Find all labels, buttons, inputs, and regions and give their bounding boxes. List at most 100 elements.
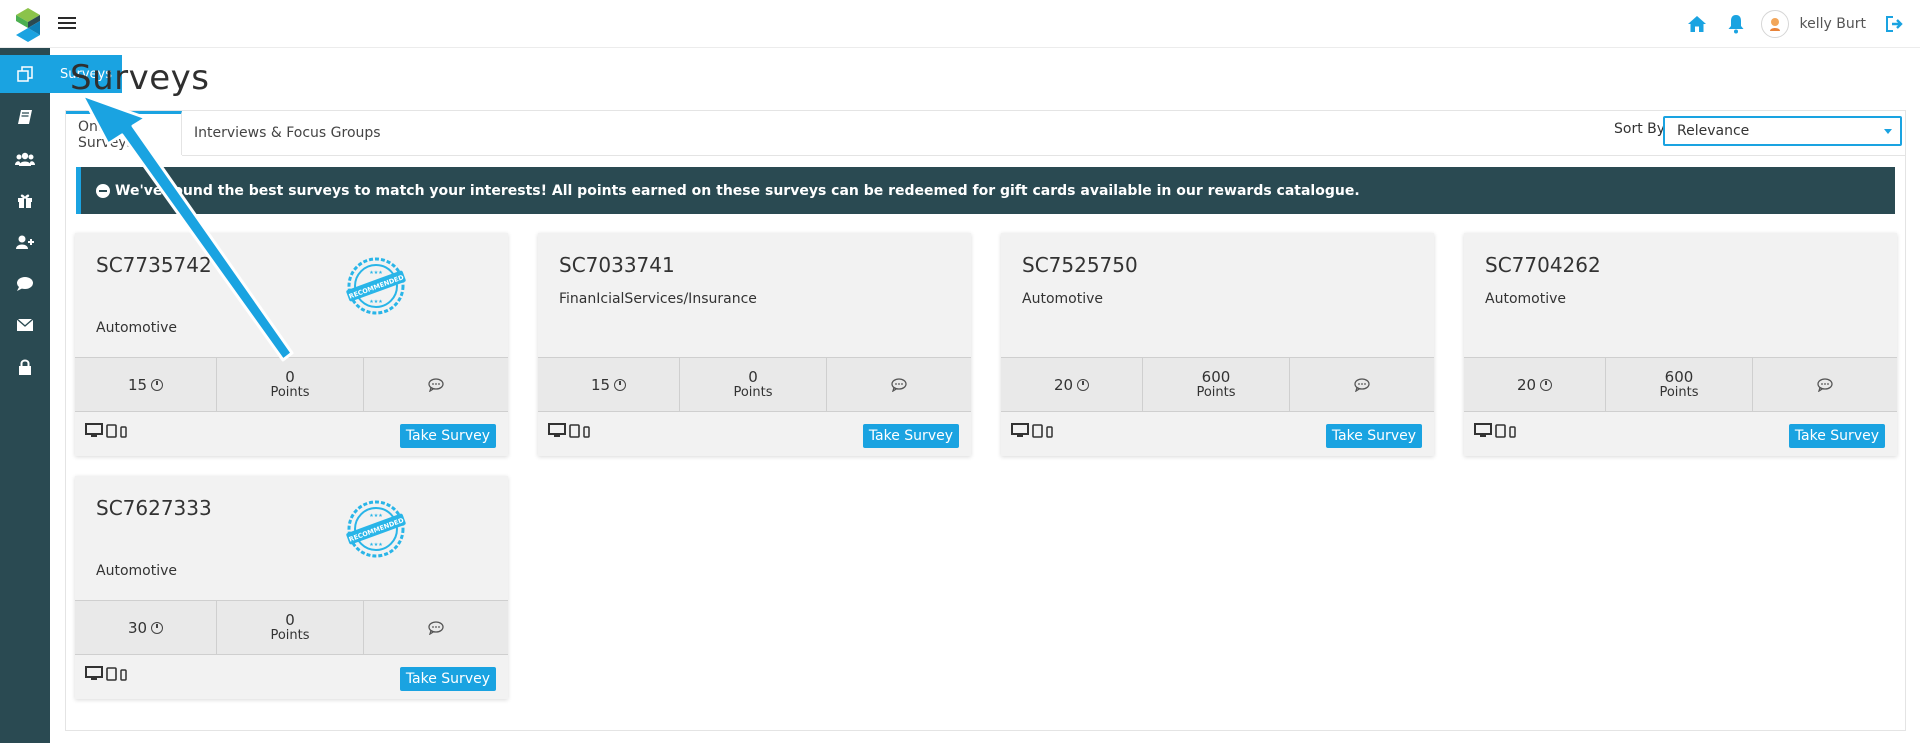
survey-stats: 20 600 Points bbox=[1001, 357, 1434, 412]
mobile-icon bbox=[120, 426, 127, 438]
points-value: 0 bbox=[748, 368, 758, 386]
comment-icon[interactable] bbox=[428, 377, 444, 392]
lock-icon bbox=[19, 359, 31, 375]
comment-icon[interactable] bbox=[1817, 377, 1833, 392]
duration-value: 20 bbox=[1516, 375, 1537, 394]
mobile-icon bbox=[1046, 426, 1053, 438]
comment-stat[interactable] bbox=[364, 601, 508, 654]
duration-stat: 15 bbox=[538, 358, 680, 411]
sidebar-item-users[interactable] bbox=[0, 140, 50, 178]
sidebar-item-chat[interactable] bbox=[0, 265, 50, 303]
minus-circle-icon[interactable] bbox=[96, 183, 110, 198]
points-label: Points bbox=[270, 385, 310, 400]
survey-card: SC7525750 Automotive 20 600 Points Take S… bbox=[1001, 233, 1434, 456]
survey-category: Automotive bbox=[1485, 291, 1566, 307]
points-value: 600 bbox=[1664, 368, 1694, 386]
take-survey-button[interactable]: Take Survey bbox=[399, 424, 496, 448]
points-value: 0 bbox=[285, 611, 295, 629]
duration-value: 15 bbox=[590, 375, 611, 394]
mobile-icon bbox=[583, 426, 590, 438]
points-value: 0 bbox=[285, 368, 295, 386]
tab-interviews-focus-groups[interactable]: Interviews & Focus Groups bbox=[182, 111, 393, 155]
comment-icon[interactable] bbox=[428, 620, 444, 635]
tablet-icon bbox=[569, 424, 580, 438]
mobile-icon bbox=[1509, 426, 1516, 438]
home-icon[interactable] bbox=[1686, 13, 1708, 35]
take-survey-button[interactable]: Take Survey bbox=[1325, 424, 1422, 448]
recommended-badge-icon: RECOMMENDED ★★★ ★★★ bbox=[346, 257, 406, 315]
survey-id: SC7525750 bbox=[1022, 253, 1138, 277]
desktop-icon bbox=[1474, 423, 1492, 437]
duration-value: 15 bbox=[127, 375, 148, 394]
survey-panel: Online Surveys Interviews & Focus Groups… bbox=[65, 110, 1906, 731]
sort-value: Relevance bbox=[1677, 123, 1750, 139]
book-icon bbox=[18, 110, 32, 124]
survey-card: SC7033741 FinanIcialServices/Insurance 1… bbox=[538, 233, 971, 456]
take-survey-button[interactable]: Take Survey bbox=[1788, 424, 1885, 448]
sidebar-item-gift[interactable] bbox=[0, 182, 50, 220]
sidebar-item-surveys[interactable] bbox=[0, 55, 50, 93]
sidebar-item-mail[interactable] bbox=[0, 306, 50, 344]
duration-stat: 30 bbox=[75, 601, 217, 654]
survey-id: SC7735742 bbox=[96, 253, 212, 277]
comment-stat[interactable] bbox=[364, 358, 508, 411]
sidebar-item-add-user[interactable] bbox=[0, 223, 50, 261]
duration-stat: 20 bbox=[1464, 358, 1606, 411]
survey-stats: 30 0 Points bbox=[75, 600, 508, 655]
points-value: 600 bbox=[1201, 368, 1231, 386]
sidebar-item-book[interactable] bbox=[0, 98, 50, 136]
tablet-icon bbox=[106, 424, 117, 438]
desktop-icon bbox=[1011, 423, 1029, 437]
points-stat: 600 Points bbox=[1143, 358, 1290, 411]
survey-stats: 20 600 Points bbox=[1464, 357, 1897, 412]
comment-stat[interactable] bbox=[1753, 358, 1897, 411]
clock-icon bbox=[1540, 378, 1553, 391]
logout-icon[interactable] bbox=[1884, 13, 1906, 35]
points-label: Points bbox=[733, 385, 773, 400]
tablet-icon bbox=[1032, 424, 1043, 438]
survey-card: SC7735742 RECOMMENDED ★★★ ★★★ Automotive… bbox=[75, 233, 508, 456]
points-label: Points bbox=[270, 628, 310, 643]
survey-card: SC7627333 RECOMMENDED ★★★ ★★★ Automotive… bbox=[75, 476, 508, 699]
info-banner: We've found the best surveys to match yo… bbox=[76, 167, 1895, 214]
sidebar-item-lock[interactable] bbox=[0, 348, 50, 386]
survey-id: SC7033741 bbox=[559, 253, 675, 277]
desktop-icon bbox=[85, 666, 103, 680]
points-stat: 0 Points bbox=[217, 358, 364, 411]
tab-online-surveys[interactable]: Online Surveys bbox=[66, 111, 182, 155]
add-user-icon bbox=[16, 235, 34, 249]
comment-stat[interactable] bbox=[1290, 358, 1434, 411]
points-label: Points bbox=[1196, 385, 1236, 400]
sidebar bbox=[0, 48, 50, 743]
comment-stat[interactable] bbox=[827, 358, 971, 411]
comment-icon[interactable] bbox=[1354, 377, 1370, 392]
comment-icon[interactable] bbox=[891, 377, 907, 392]
survey-category: Automotive bbox=[96, 320, 177, 336]
svg-text:★★★: ★★★ bbox=[369, 542, 383, 548]
avatar[interactable] bbox=[1760, 10, 1789, 38]
take-survey-button[interactable]: Take Survey bbox=[399, 667, 496, 691]
duration-value: 20 bbox=[1053, 375, 1074, 394]
duration-stat: 15 bbox=[75, 358, 217, 411]
logo-icon[interactable] bbox=[10, 6, 46, 44]
clock-icon bbox=[1077, 378, 1090, 391]
menu-toggle-icon[interactable] bbox=[58, 14, 76, 32]
device-icons bbox=[1011, 423, 1053, 438]
take-survey-button[interactable]: Take Survey bbox=[862, 424, 959, 448]
bell-icon[interactable] bbox=[1725, 13, 1747, 35]
duration-stat: 20 bbox=[1001, 358, 1143, 411]
survey-category: Automotive bbox=[1022, 291, 1103, 307]
tablet-icon bbox=[106, 667, 117, 681]
tab-bar: Online Surveys Interviews & Focus Groups bbox=[66, 111, 393, 155]
user-name[interactable]: kelly Burt bbox=[1800, 16, 1866, 32]
device-icons bbox=[85, 423, 127, 438]
points-stat: 0 Points bbox=[680, 358, 827, 411]
duration-value: 30 bbox=[127, 618, 148, 637]
survey-stats: 15 0 Points bbox=[75, 357, 508, 412]
survey-stats: 15 0 Points bbox=[538, 357, 971, 412]
desktop-icon bbox=[85, 423, 103, 437]
sort-select[interactable]: Relevance bbox=[1663, 116, 1902, 146]
device-icons bbox=[1474, 423, 1516, 438]
survey-id: SC7627333 bbox=[96, 496, 212, 520]
tablet-icon bbox=[1495, 424, 1506, 438]
